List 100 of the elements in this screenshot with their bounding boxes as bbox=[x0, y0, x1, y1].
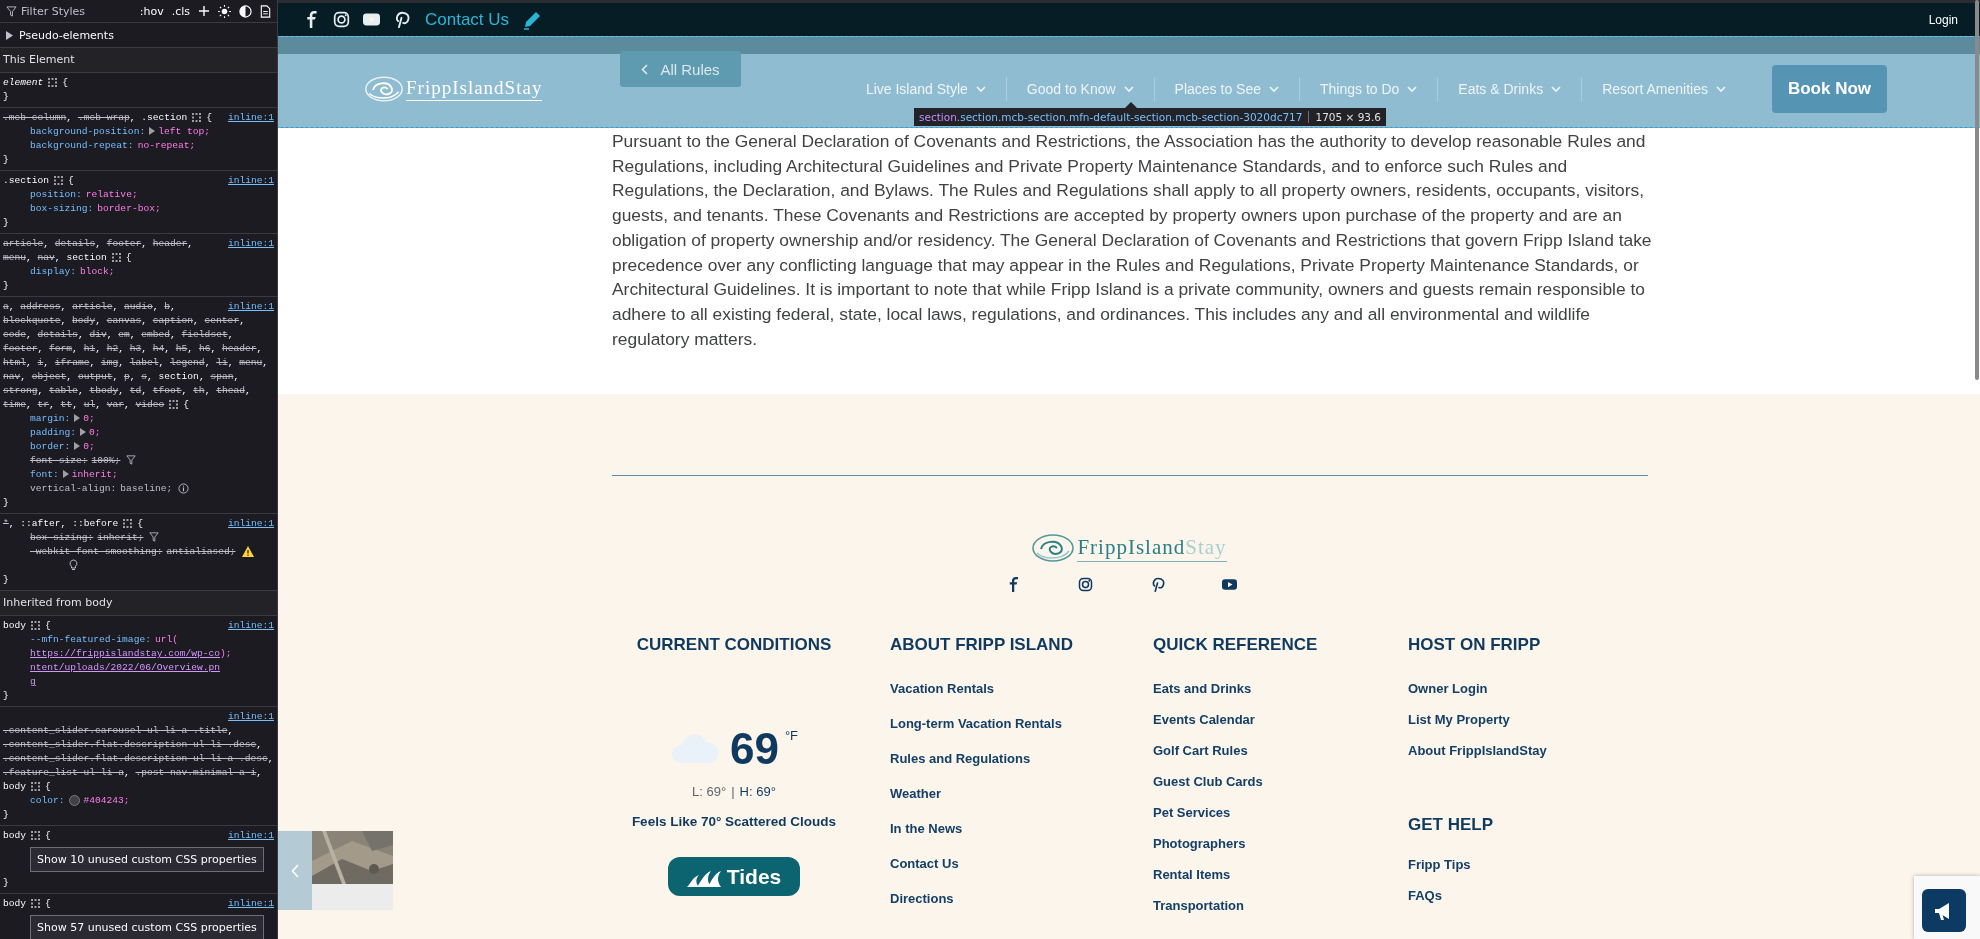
document-icon[interactable] bbox=[260, 4, 271, 18]
filter-icon[interactable] bbox=[126, 455, 137, 466]
footer-link[interactable]: Fripp Tips bbox=[1408, 857, 1471, 888]
footer-link[interactable]: Directions bbox=[890, 891, 954, 926]
expand-triangle-icon[interactable] bbox=[74, 414, 81, 423]
scrollbar-thumb[interactable] bbox=[1975, 0, 1979, 380]
login-link[interactable]: Login bbox=[1928, 12, 1958, 27]
property-name[interactable]: box-sizing: bbox=[30, 203, 94, 214]
footer-link[interactable]: Events Calendar bbox=[1153, 712, 1255, 743]
property-name[interactable]: color: bbox=[30, 795, 65, 806]
grid-icon[interactable] bbox=[31, 898, 41, 908]
footer-link[interactable]: Long-term Vacation Rentals bbox=[890, 716, 1062, 751]
sun-icon[interactable] bbox=[218, 4, 231, 18]
property-name[interactable]: font-size: bbox=[30, 455, 88, 466]
contact-link[interactable]: Contact Us bbox=[425, 9, 510, 30]
youtube-icon[interactable] bbox=[363, 11, 380, 28]
property-value: 0; bbox=[83, 441, 95, 452]
source-link[interactable]: inline:1 bbox=[227, 237, 274, 251]
property-name[interactable]: border: bbox=[30, 441, 71, 452]
property-name[interactable]: margin: bbox=[30, 413, 71, 424]
source-link[interactable]: inline:1 bbox=[227, 829, 274, 843]
brace: } bbox=[3, 809, 9, 820]
expand-triangle-icon[interactable] bbox=[62, 470, 69, 479]
grid-icon[interactable] bbox=[169, 399, 179, 409]
instagram-icon[interactable] bbox=[1077, 577, 1093, 592]
grid-icon[interactable] bbox=[111, 252, 121, 262]
filter-icon bbox=[6, 5, 17, 17]
grid-icon[interactable] bbox=[31, 781, 41, 791]
footer-link[interactable]: Transportation bbox=[1153, 898, 1244, 929]
selector-part: section bbox=[66, 252, 107, 263]
section-header: This Element bbox=[0, 48, 277, 73]
source-link[interactable]: inline:1 bbox=[227, 710, 274, 724]
property-name[interactable]: background-repeat: bbox=[30, 140, 134, 151]
footer-link[interactable]: Guest Club Cards bbox=[1153, 774, 1263, 805]
footer-link[interactable]: Rental Items bbox=[1153, 867, 1231, 898]
property-value: border-box; bbox=[97, 203, 161, 214]
source-link[interactable]: inline:1 bbox=[227, 897, 274, 911]
property-name[interactable]: --mfn-featured-image: bbox=[30, 634, 151, 645]
property-name[interactable]: font: bbox=[30, 469, 59, 480]
pseudo-class-toggle[interactable]: :hov bbox=[139, 4, 164, 18]
pencil-icon[interactable] bbox=[522, 9, 543, 30]
footer-link[interactable]: Weather bbox=[890, 786, 942, 821]
property-name[interactable]: padding: bbox=[30, 427, 77, 438]
selector-part: footer, bbox=[3, 343, 44, 354]
expand-triangle-icon[interactable] bbox=[74, 442, 81, 451]
footer-link[interactable]: Rules and Regulations bbox=[890, 751, 1031, 786]
footer-link[interactable]: Contact Us bbox=[890, 856, 959, 891]
info-icon[interactable] bbox=[178, 482, 190, 494]
grid-icon[interactable] bbox=[48, 77, 58, 87]
warning-icon[interactable] bbox=[241, 545, 254, 557]
selector-part: .post-nav.minimal a i, bbox=[135, 767, 263, 778]
property-name[interactable]: vertical-align: bbox=[30, 483, 117, 494]
tides-button[interactable]: Tides bbox=[668, 857, 800, 896]
filter-field[interactable]: Filter Styles bbox=[6, 4, 132, 18]
filter-icon[interactable] bbox=[149, 532, 160, 543]
footer-link[interactable]: FAQs bbox=[1408, 888, 1442, 919]
footer-link[interactable]: About FrippIslandStay bbox=[1408, 743, 1547, 774]
footer-link[interactable]: Vacation Rentals bbox=[890, 681, 995, 716]
contrast-icon[interactable] bbox=[239, 4, 252, 18]
selector-part: iframe, bbox=[54, 357, 96, 368]
add-icon[interactable] bbox=[198, 5, 210, 17]
footer-link[interactable]: Golf Cart Rules bbox=[1153, 743, 1248, 774]
announcement-button[interactable] bbox=[1922, 889, 1966, 932]
selector-part: time, bbox=[3, 399, 32, 410]
grid-icon[interactable] bbox=[123, 518, 133, 528]
expand-triangle-icon[interactable] bbox=[80, 428, 87, 437]
property-name[interactable]: display: bbox=[30, 266, 77, 277]
column-heading: ABOUT FRIPP ISLAND bbox=[890, 634, 1073, 656]
property-name[interactable]: -webkit-font-smoothing: bbox=[30, 546, 163, 557]
footer-link[interactable]: List My Property bbox=[1408, 712, 1510, 743]
grid-icon[interactable] bbox=[31, 830, 41, 840]
grid-icon[interactable] bbox=[192, 112, 202, 122]
color-swatch[interactable] bbox=[68, 794, 80, 806]
slider-prev-button[interactable] bbox=[278, 831, 312, 910]
show-unused-button[interactable]: Show 57 unused custom CSS properties bbox=[30, 915, 264, 939]
property-name[interactable]: box-sizing: bbox=[30, 532, 94, 543]
footer-link[interactable]: Owner Login bbox=[1408, 681, 1488, 712]
grid-icon[interactable] bbox=[54, 175, 64, 185]
source-link[interactable]: inline:1 bbox=[227, 517, 274, 531]
grid-icon[interactable] bbox=[31, 620, 41, 630]
show-unused-button[interactable]: Show 10 unused custom CSS properties bbox=[30, 847, 264, 872]
swirl-icon bbox=[364, 74, 404, 104]
url-link[interactable]: https://frippislandstay.com/wp-content/uploads/2022/06/Overview.png bbox=[30, 647, 220, 689]
footer-link[interactable]: In the News bbox=[890, 821, 963, 856]
pinterest-icon[interactable] bbox=[393, 11, 410, 28]
pseudo-elements-toggle[interactable]: Pseudo-elements bbox=[6, 28, 114, 42]
source-link[interactable]: inline:1 bbox=[227, 300, 274, 314]
source-link[interactable]: inline:1 bbox=[227, 174, 274, 188]
footer-link[interactable]: Eats and Drinks bbox=[1153, 681, 1252, 712]
source-link[interactable]: inline:1 bbox=[227, 111, 274, 125]
source-link[interactable]: inline:1 bbox=[227, 619, 274, 633]
footer-link[interactable]: Photographers bbox=[1153, 836, 1246, 867]
expand-triangle-icon[interactable] bbox=[149, 127, 156, 136]
lightbulb-icon[interactable] bbox=[69, 559, 78, 571]
youtube-icon[interactable] bbox=[1221, 577, 1237, 592]
property-name[interactable]: background-position: bbox=[30, 126, 146, 137]
logo[interactable]: FrippIslandStay bbox=[1077, 534, 1227, 562]
footer-link[interactable]: Pet Services bbox=[1153, 805, 1231, 836]
pseudo-class-toggle[interactable]: .cls bbox=[171, 4, 190, 18]
property-name[interactable]: position: bbox=[30, 189, 82, 200]
